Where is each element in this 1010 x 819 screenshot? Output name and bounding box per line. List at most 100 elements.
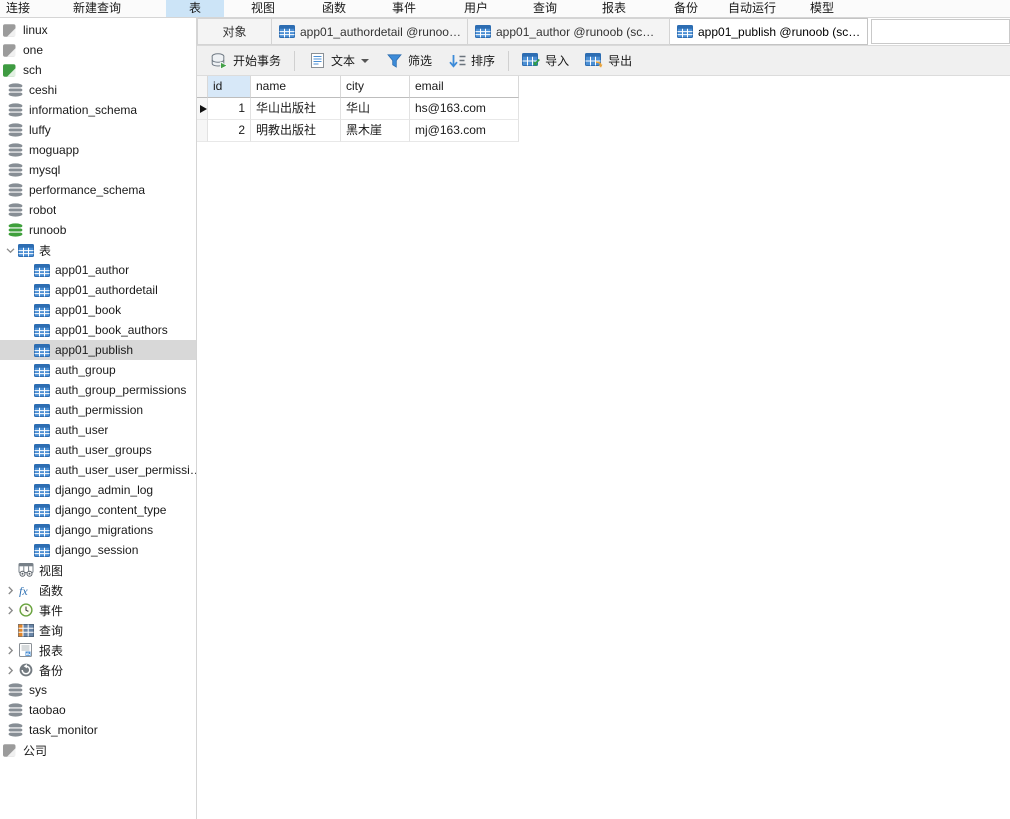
tree-item-table-django-migrations[interactable]: django_migrations bbox=[0, 520, 196, 540]
menu-item-views[interactable]: 视图 bbox=[237, 0, 289, 17]
tree-item-label: 备份 bbox=[39, 662, 63, 679]
column-header-city[interactable]: city bbox=[341, 76, 410, 98]
tree-item-table-django-admin-log[interactable]: django_admin_log bbox=[0, 480, 196, 500]
chevron-right-icon[interactable] bbox=[4, 643, 17, 657]
menu-item-events[interactable]: 事件 bbox=[378, 0, 430, 17]
tree-item-reports-folder[interactable]: 报表 bbox=[0, 640, 196, 660]
text-view-button[interactable]: 文本 bbox=[300, 49, 377, 73]
grid-header-row: idnamecityemail bbox=[197, 76, 519, 98]
tree-item-table-app01-author[interactable]: app01_author bbox=[0, 260, 196, 280]
tree-item-database-performance-schema[interactable]: performance_schema bbox=[0, 180, 196, 200]
chevron-down-icon[interactable] bbox=[4, 243, 17, 257]
menu-item-models[interactable]: 模型 bbox=[796, 0, 848, 17]
menu-item-queries[interactable]: 查询 bbox=[519, 0, 571, 17]
menu-item-connection[interactable]: 连接 bbox=[0, 0, 44, 17]
tree-item-database-ceshi[interactable]: ceshi bbox=[0, 80, 196, 100]
tree-item-label: sch bbox=[23, 63, 42, 77]
chevron-right-icon[interactable] bbox=[4, 663, 17, 677]
tree-item-database-moguapp[interactable]: moguapp bbox=[0, 140, 196, 160]
tree-item-database-runoob[interactable]: runoob bbox=[0, 220, 196, 240]
database-icon bbox=[7, 103, 24, 118]
tab-app01-authordetail-data[interactable]: app01_authordetail @runoo… bbox=[272, 18, 468, 45]
tree-item-database-robot[interactable]: robot bbox=[0, 200, 196, 220]
tree-item-label: app01_book_authors bbox=[55, 323, 168, 337]
tree-item-events-folder[interactable]: 事件 bbox=[0, 600, 196, 620]
cell-email[interactable]: hs@163.com bbox=[410, 98, 519, 120]
table-icon bbox=[677, 25, 693, 38]
tab-app01-author-data[interactable]: app01_author @runoob (sc… bbox=[468, 18, 670, 45]
cell-email[interactable]: mj@163.com bbox=[410, 120, 519, 142]
tree-item-label: 公司 bbox=[23, 742, 47, 759]
database-icon bbox=[7, 703, 24, 718]
table-icon bbox=[33, 383, 50, 398]
menu-item-automation[interactable]: 自动运行 bbox=[714, 0, 790, 17]
table-icon bbox=[279, 25, 295, 38]
export-button[interactable]: 导出 bbox=[577, 49, 640, 73]
menu-item-users[interactable]: 用户 bbox=[450, 0, 502, 17]
table-icon bbox=[33, 523, 50, 538]
tree-item-table-auth-user-user-permissions[interactable]: auth_user_user_permissi… bbox=[0, 460, 196, 480]
tab-app01-publish-data[interactable]: app01_publish @runoob (sc… bbox=[670, 18, 868, 45]
tree-item-database-mysql[interactable]: mysql bbox=[0, 160, 196, 180]
import-button[interactable]: 导入 bbox=[514, 49, 577, 73]
cell-name[interactable]: 明教出版社 bbox=[251, 120, 341, 142]
menu-item-functions[interactable]: 函数 bbox=[308, 0, 360, 17]
tree-item-table-django-session[interactable]: django_session bbox=[0, 540, 196, 560]
row-marker bbox=[197, 120, 208, 142]
cell-name[interactable]: 华山出版社 bbox=[251, 98, 341, 120]
tree-item-connection-linux[interactable]: linux bbox=[0, 20, 196, 40]
tree-item-database-sys[interactable]: sys bbox=[0, 680, 196, 700]
column-header-name[interactable]: name bbox=[251, 76, 341, 98]
dropdown-caret-icon[interactable] bbox=[361, 59, 369, 63]
tree-item-label: task_monitor bbox=[29, 723, 98, 737]
filter-button[interactable]: 筛选 bbox=[377, 49, 440, 73]
tree-item-label: django_session bbox=[55, 543, 138, 557]
tree-item-connection-company[interactable]: 公司 bbox=[0, 740, 196, 760]
cell-id[interactable]: 2 bbox=[208, 120, 251, 142]
tree-item-table-auth-user[interactable]: auth_user bbox=[0, 420, 196, 440]
column-header-email[interactable]: email bbox=[410, 76, 519, 98]
tree-item-connection-sch[interactable]: sch bbox=[0, 60, 196, 80]
cell-city[interactable]: 华山 bbox=[341, 98, 410, 120]
tree-item-database-luffy[interactable]: luffy bbox=[0, 120, 196, 140]
tab-objects[interactable]: 对象 bbox=[197, 18, 272, 45]
tree-item-backup-folder[interactable]: 备份 bbox=[0, 660, 196, 680]
menu-item-backups[interactable]: 备份 bbox=[660, 0, 712, 17]
begin-transaction-button[interactable]: 开始事务 bbox=[202, 49, 289, 73]
events-category-icon bbox=[17, 603, 34, 618]
tree-item-table-app01-authordetail[interactable]: app01_authordetail bbox=[0, 280, 196, 300]
tree-item-database-taobao[interactable]: taobao bbox=[0, 700, 196, 720]
tree-item-table-app01-book[interactable]: app01_book bbox=[0, 300, 196, 320]
tree-item-table-app01-publish[interactable]: app01_publish bbox=[0, 340, 196, 360]
table-icon bbox=[33, 263, 50, 278]
tree-item-label: luffy bbox=[29, 123, 51, 137]
tree-item-table-auth-user-groups[interactable]: auth_user_groups bbox=[0, 440, 196, 460]
cell-id[interactable]: 1 bbox=[208, 98, 251, 120]
menu-item-tables[interactable]: 表 bbox=[166, 0, 224, 17]
tree-item-connection-one[interactable]: one bbox=[0, 40, 196, 60]
menu-item-new-query[interactable]: 新建查询 bbox=[59, 0, 135, 17]
connection-icon bbox=[1, 23, 18, 38]
tree-item-queries-folder[interactable]: 查询 bbox=[0, 620, 196, 640]
table-icon bbox=[475, 25, 491, 38]
tree-item-table-app01-book-authors[interactable]: app01_book_authors bbox=[0, 320, 196, 340]
tree-item-table-auth-group-permissions[interactable]: auth_group_permissions bbox=[0, 380, 196, 400]
tree-item-views-folder[interactable]: 视图 bbox=[0, 560, 196, 580]
menu-item-reports[interactable]: 报表 bbox=[588, 0, 640, 17]
database-icon bbox=[7, 83, 24, 98]
tree-item-table-auth-group[interactable]: auth_group bbox=[0, 360, 196, 380]
tree-item-database-information-schema[interactable]: information_schema bbox=[0, 100, 196, 120]
tree-item-table-django-content-type[interactable]: django_content_type bbox=[0, 500, 196, 520]
tree-item-functions-folder[interactable]: fx函数 bbox=[0, 580, 196, 600]
chevron-right-icon[interactable] bbox=[4, 583, 17, 597]
table-row[interactable]: 2明教出版社黑木崖mj@163.com bbox=[197, 120, 519, 142]
tree-item-database-task-monitor[interactable]: task_monitor bbox=[0, 720, 196, 740]
sort-button[interactable]: 排序 bbox=[440, 49, 503, 73]
chevron-right-icon[interactable] bbox=[4, 603, 17, 617]
tree-item-tables-folder[interactable]: 表 bbox=[0, 240, 196, 260]
tree-item-label: app01_author bbox=[55, 263, 129, 277]
table-row[interactable]: 1华山出版社华山hs@163.com bbox=[197, 98, 519, 120]
tree-item-table-auth-permission[interactable]: auth_permission bbox=[0, 400, 196, 420]
column-header-id[interactable]: id bbox=[208, 76, 251, 98]
cell-city[interactable]: 黑木崖 bbox=[341, 120, 410, 142]
